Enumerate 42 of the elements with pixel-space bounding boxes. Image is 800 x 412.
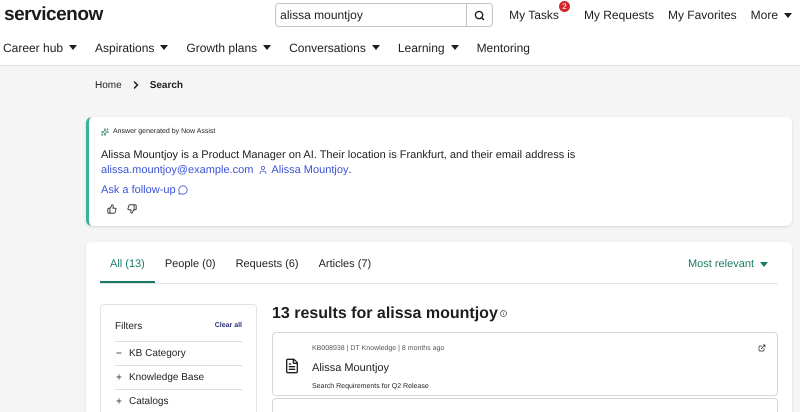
logo[interactable]: servicenow — [4, 0, 103, 30]
breadcrumb-link[interactable]: Search — [150, 78, 184, 92]
sort-dropdown[interactable]: Most relevant — [688, 256, 768, 272]
external-link-icon[interactable] — [758, 344, 766, 352]
answer-text: Alissa Mountjoy is a Product Manager on AI. Their location is Frankfurt, and their email address is — [101, 148, 576, 162]
email-link[interactable]: alissa.mountjoy@example.com — [101, 162, 254, 178]
nav-menu-item[interactable]: Career hub — [0, 38, 86, 56]
follow-up-link[interactable]: Ask a follow-up — [101, 182, 188, 198]
thumbs-down-icon[interactable] — [127, 204, 137, 214]
period: . — [348, 162, 352, 178]
notification-badge: 2 — [558, 1, 570, 12]
chat-icon — [178, 184, 188, 195]
nav-menu-item[interactable]: Mentoring — [468, 38, 539, 56]
info-icon — [500, 310, 507, 316]
search-field[interactable]: alissa mountjoy — [275, 3, 494, 27]
document-icon — [284, 358, 300, 374]
filter-item[interactable]: Knowledge Base — [115, 366, 242, 390]
person-link[interactable]: Alissa Mountjoy — [271, 162, 348, 178]
nav-menu-item[interactable]: Aspirations — [86, 38, 178, 56]
tab[interactable]: Articles (7) — [308, 256, 382, 282]
nav-menu-item[interactable]: Learning — [388, 38, 468, 56]
header-link[interactable]: My Favorites — [668, 6, 737, 24]
results-heading: 13 results for alissa mountjoy — [272, 304, 498, 324]
nav-menu-item[interactable]: Conversations — [280, 38, 389, 56]
filters-title: Filters — [115, 320, 142, 334]
sparkle-icon — [101, 128, 109, 136]
breadcrumb-link[interactable]: Home — [95, 78, 122, 92]
header-link[interactable]: My Requests — [584, 6, 654, 24]
tab[interactable]: All (13) — [100, 256, 155, 282]
nav-menu-item[interactable]: Growth plans — [177, 38, 280, 56]
result-title: Alissa Mountjoy — [312, 361, 390, 376]
header-link[interactable]: More — [750, 6, 792, 24]
header-link[interactable]: My Tasks — [509, 6, 559, 24]
thumbs-up-icon[interactable] — [107, 204, 117, 214]
filter-item[interactable]: KB Category — [115, 342, 242, 366]
tab[interactable]: Requests (6) — [226, 256, 309, 282]
person-icon — [258, 165, 268, 175]
filter-item[interactable]: Catalogs — [115, 390, 242, 412]
tab[interactable]: People (0) — [154, 256, 226, 282]
search-input[interactable]: alissa mountjoy — [276, 6, 466, 24]
search-icon — [474, 10, 486, 20]
caret-icon — [760, 262, 768, 267]
